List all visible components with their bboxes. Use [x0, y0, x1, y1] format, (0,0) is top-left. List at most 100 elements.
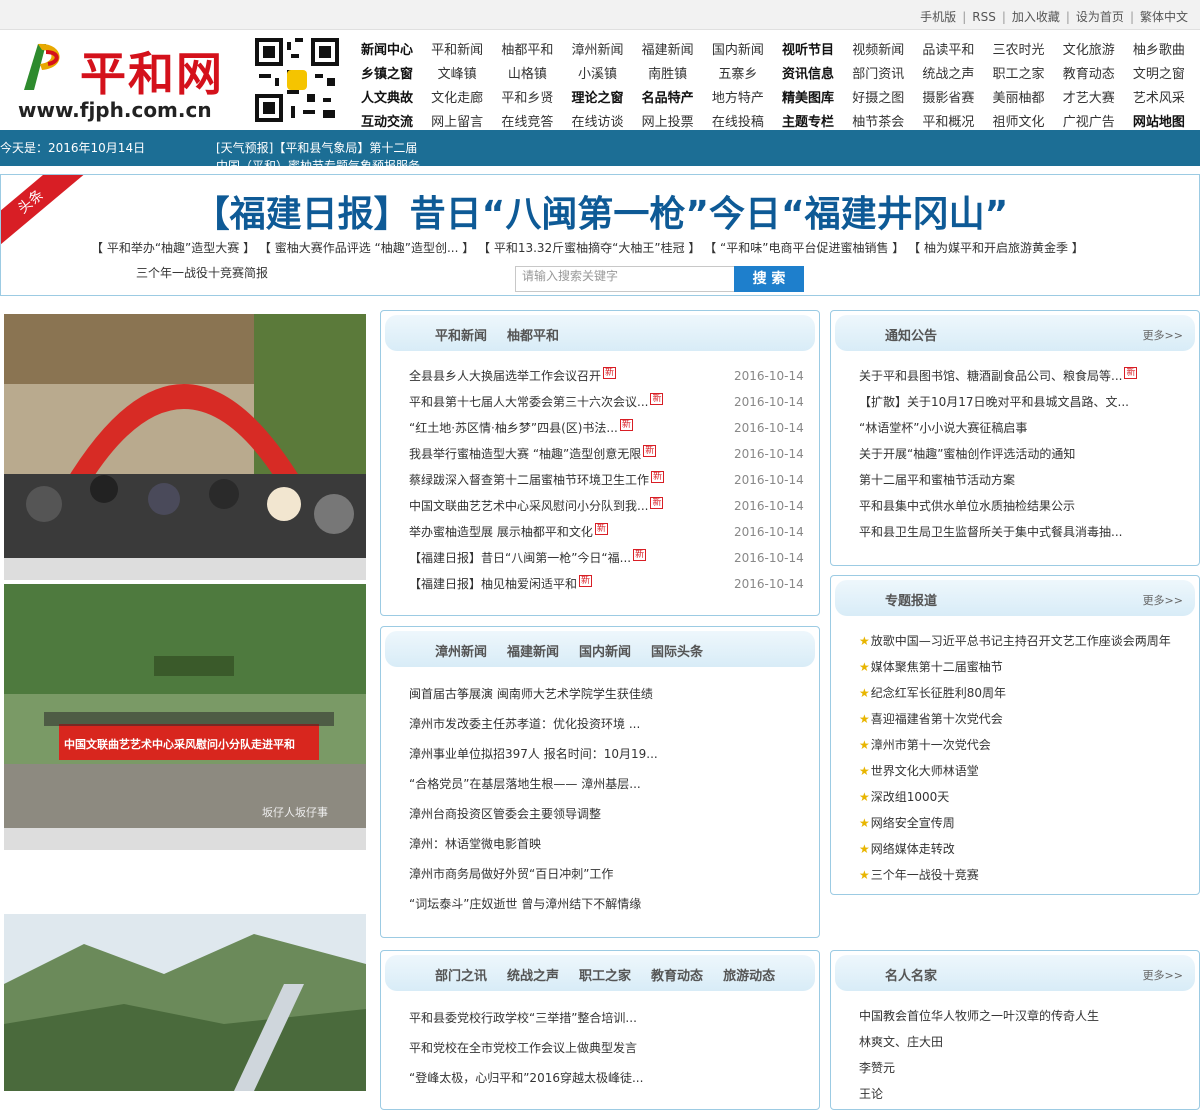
notice-title[interactable]: 平和县集中式供水单位水质抽检结果公示: [859, 499, 1075, 513]
nav-link[interactable]: 美丽柚都: [984, 87, 1054, 106]
list-item[interactable]: ★网络安全宣传周: [859, 810, 1171, 836]
nav-link[interactable]: 资讯信息: [773, 63, 843, 82]
search-button[interactable]: 搜 索: [734, 266, 804, 292]
list-item-title[interactable]: 李赞元: [859, 1061, 895, 1075]
nav-link[interactable]: 文峰镇: [422, 63, 492, 82]
panel-tab[interactable]: 漳州新闻: [435, 645, 487, 660]
list-item-title[interactable]: 纪念红军长征胜利80周年: [871, 686, 1006, 700]
news-title[interactable]: 我县举行蜜柚造型大赛 “柚趣”造型创意无限: [409, 447, 641, 461]
list-item-title[interactable]: 平和党校在全市党校工作会议上做典型发言: [409, 1041, 637, 1055]
list-item-title[interactable]: 漳州市发改委主任苏孝道：优化投资环境 ...: [409, 717, 640, 731]
list-item-title[interactable]: 王论: [859, 1087, 883, 1101]
nav-link[interactable]: 五寨乡: [703, 63, 773, 82]
news-item[interactable]: 举办蜜柚造型展 展示柚都平和文化新 2016-10-14: [409, 519, 804, 545]
list-item[interactable]: ★媒体聚焦第十二届蜜柚节: [859, 654, 1171, 680]
nav-link[interactable]: 摄影省赛: [913, 87, 983, 106]
notice-title[interactable]: 平和县卫生局卫生监督所关于集中式餐具消毒抽...: [859, 525, 1122, 539]
list-item[interactable]: “合格党员”在基层落地生根—— 漳州基层...: [409, 769, 658, 799]
list-item-title[interactable]: “合格党员”在基层落地生根—— 漳州基层...: [409, 777, 641, 791]
nav-link[interactable]: 互动交流: [352, 111, 422, 130]
nav-link[interactable]: 南胜镇: [633, 63, 703, 82]
list-item[interactable]: “登峰太极，心归平和”2016穿越太极峰徒...: [409, 1063, 643, 1093]
news-item[interactable]: 全县县乡人大换届选举工作会议召开新 2016-10-14: [409, 363, 804, 389]
nav-link[interactable]: 精美图库: [773, 87, 843, 106]
nav-link[interactable]: 文化旅游: [1054, 39, 1124, 58]
top-link[interactable]: 繁体中文: [1140, 10, 1188, 24]
nav-link[interactable]: 在线访谈: [563, 111, 633, 130]
nav-link[interactable]: 山格镇: [492, 63, 562, 82]
more-link[interactable]: 更多>>: [1143, 967, 1183, 983]
notice-title[interactable]: 关于平和县图书馆、糖酒副食品公司、粮食局等...: [859, 369, 1122, 383]
news-title[interactable]: 平和县第十七届人大常委会第三十六次会议...: [409, 395, 648, 409]
news-item[interactable]: 我县举行蜜柚造型大赛 “柚趣”造型创意无限新 2016-10-14: [409, 441, 804, 467]
more-link[interactable]: 更多>>: [1143, 327, 1183, 343]
list-item[interactable]: ★放歌中国—习近平总书记主持召开文艺工作座谈会两周年: [859, 628, 1171, 654]
nav-link[interactable]: 三农时光: [984, 39, 1054, 58]
list-item-title[interactable]: 漳州：林语堂微电影首映: [409, 837, 541, 851]
site-logo[interactable]: 平和网 www.fjph.com.cn: [16, 36, 236, 126]
notice-title[interactable]: 第十二届平和蜜柚节活动方案: [859, 473, 1015, 487]
nav-link[interactable]: 名品特产: [633, 87, 703, 106]
nav-link[interactable]: 国内新闻: [703, 39, 773, 58]
weather-ticker[interactable]: [天气预报]【平和县气象局】第十二届: [216, 139, 417, 156]
list-item-title[interactable]: 放歌中国—习近平总书记主持召开文艺工作座谈会两周年: [871, 634, 1171, 648]
headline-related-links[interactable]: 【 平和举办“柚趣”造型大赛 】 【 蜜柚大赛作品评选 “柚趣”造型创... 】…: [91, 239, 1084, 256]
news-title[interactable]: 蔡绿跋深入督查第十二届蜜柚节环境卫生工作: [409, 473, 649, 487]
panel-tab[interactable]: 统战之声: [507, 969, 559, 984]
list-item-title[interactable]: 平和县委党校行政学校“三举措”整合培训...: [409, 1011, 637, 1025]
news-item[interactable]: 【福建日报】柚见柚爱闲适平和新 2016-10-14: [409, 571, 804, 597]
panel-tab[interactable]: 职工之家: [579, 969, 631, 984]
list-item[interactable]: ★深改组1000天: [859, 784, 1171, 810]
nav-link[interactable]: 品读平和: [913, 39, 983, 58]
list-item[interactable]: “词坛泰斗”庄奴逝世 曾与漳州结下不解情缘: [409, 889, 658, 919]
list-item-title[interactable]: 漳州台商投资区管委会主要领导调整: [409, 807, 601, 821]
nav-link[interactable]: 柚乡歌曲: [1124, 39, 1194, 58]
nav-link[interactable]: 小溪镇: [563, 63, 633, 82]
nav-link[interactable]: 才艺大赛: [1054, 87, 1124, 106]
headline-related-links-2[interactable]: 三个年一战役十竞赛简报: [136, 264, 268, 281]
list-item[interactable]: 漳州事业单位拟招397人 报名时间：10月19...: [409, 739, 658, 769]
news-item[interactable]: 【福建日报】昔日“八闽第一枪”今日“福... 新 2016-10-14: [409, 545, 804, 571]
notice-title[interactable]: 关于开展“柚趣”蜜柚创作评选活动的通知: [859, 447, 1075, 461]
list-item[interactable]: 李赞元: [859, 1055, 1099, 1081]
notice-title[interactable]: 【扩散】关于10月17日晚对平和县城文昌路、文...: [859, 395, 1129, 409]
panel-tab[interactable]: 国内新闻: [579, 645, 631, 660]
panel-tab[interactable]: 专题报道: [885, 594, 937, 609]
list-item-title[interactable]: 漳州事业单位拟招397人 报名时间：10月19...: [409, 747, 658, 761]
list-item[interactable]: 中国教会首位华人牧师之一叶汉章的传奇人生: [859, 1003, 1099, 1029]
news-photo-banner[interactable]: 中国文联曲艺艺术中心采风慰问小分队走进平和 坂仔人坂仔事: [4, 584, 366, 850]
nav-link[interactable]: 艺术风采: [1124, 87, 1194, 106]
news-photo-mountain[interactable]: [4, 914, 366, 1091]
notice-item[interactable]: 关于平和县图书馆、糖酒副食品公司、粮食局等... 新: [859, 363, 1138, 389]
list-item[interactable]: ★漳州市第十一次党代会: [859, 732, 1171, 758]
list-item-title[interactable]: 深改组1000天: [871, 790, 950, 804]
news-title[interactable]: 举办蜜柚造型展 展示柚都平和文化: [409, 525, 593, 539]
nav-link[interactable]: 祖师文化: [984, 111, 1054, 130]
list-item[interactable]: 漳州市发改委主任苏孝道：优化投资环境 ...: [409, 709, 658, 739]
list-item[interactable]: 漳州：林语堂微电影首映: [409, 829, 658, 859]
list-item[interactable]: 王论: [859, 1081, 1099, 1107]
list-item[interactable]: ★网络媒体走转改: [859, 836, 1171, 862]
notice-item[interactable]: 平和县集中式供水单位水质抽检结果公示: [859, 493, 1137, 519]
nav-link[interactable]: 视听节目: [773, 39, 843, 58]
panel-tab[interactable]: 平和新闻: [435, 329, 487, 344]
nav-link[interactable]: 文明之窗: [1124, 63, 1194, 82]
panel-tab[interactable]: 福建新闻: [507, 645, 559, 660]
top-link[interactable]: RSS: [972, 10, 996, 24]
panel-tab[interactable]: 部门之讯: [435, 969, 487, 984]
list-item-title[interactable]: 林爽文、庄大田: [859, 1035, 943, 1049]
nav-link[interactable]: 理论之窗: [563, 87, 633, 106]
more-link[interactable]: 更多>>: [1143, 592, 1183, 608]
list-item-title[interactable]: 漳州市第十一次党代会: [871, 738, 991, 752]
nav-link[interactable]: 主题专栏: [773, 111, 843, 130]
nav-link[interactable]: 好摄之图: [843, 87, 913, 106]
nav-link[interactable]: 广视广告: [1054, 111, 1124, 130]
list-item-title[interactable]: 网络安全宣传周: [871, 816, 955, 830]
list-item-title[interactable]: 媒体聚焦第十二届蜜柚节: [871, 660, 1003, 674]
list-item[interactable]: 平和党校在全市党校工作会议上做典型发言: [409, 1033, 643, 1063]
nav-link[interactable]: 柚都平和: [492, 39, 562, 58]
notice-item[interactable]: 平和县卫生局卫生监督所关于集中式餐具消毒抽...: [859, 519, 1137, 545]
nav-link[interactable]: 地方特产: [703, 87, 773, 106]
nav-link[interactable]: 统战之声: [913, 63, 983, 82]
list-item[interactable]: 漳州市商务局做好外贸“百日冲刺”工作: [409, 859, 658, 889]
